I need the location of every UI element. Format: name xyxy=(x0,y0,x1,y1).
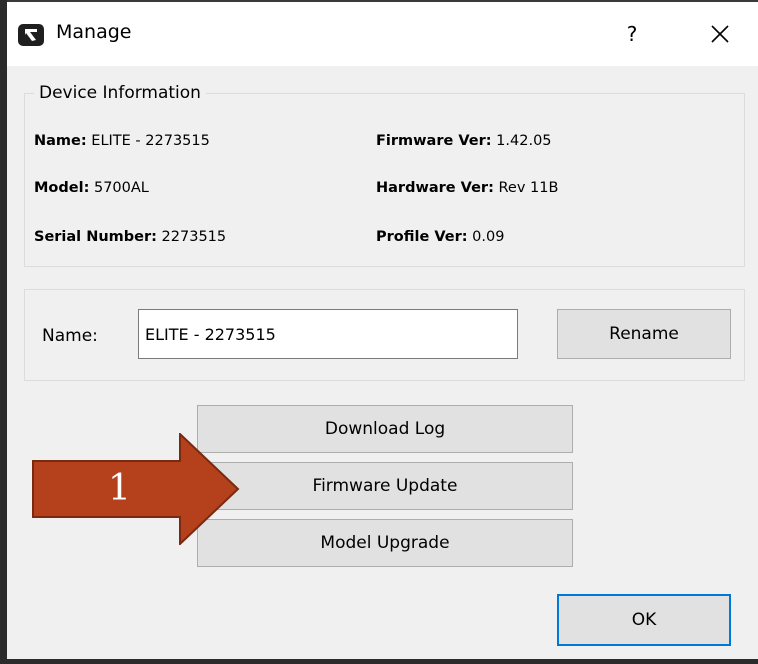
help-button[interactable]: ? xyxy=(617,18,647,50)
firmware-version-label: Firmware Ver: xyxy=(376,133,492,149)
serial-number-label: Serial Number: xyxy=(34,229,157,245)
ok-button[interactable]: OK xyxy=(557,594,731,646)
hardware-version-value: Rev 11B xyxy=(498,180,559,196)
profile-version-info: Profile Ver: 0.09 xyxy=(376,229,504,245)
close-icon xyxy=(711,25,729,43)
device-information-title: Device Information xyxy=(34,83,206,103)
title-bar: Manage ? xyxy=(7,0,758,66)
firmware-version-value: 1.42.05 xyxy=(496,133,552,149)
device-name-info: Name: ELITE - 2273515 xyxy=(34,133,210,149)
firmware-version-info: Firmware Ver: 1.42.05 xyxy=(376,133,552,149)
close-button[interactable] xyxy=(697,14,743,54)
serial-number-info: Serial Number: 2273515 xyxy=(34,229,226,245)
app-logo-icon xyxy=(18,24,44,46)
annotation-arrow-icon xyxy=(32,433,240,545)
profile-version-value: 0.09 xyxy=(472,229,505,245)
firmware-update-button[interactable]: Firmware Update xyxy=(197,462,573,510)
profile-version-label: Profile Ver: xyxy=(376,229,468,245)
rename-button[interactable]: Rename xyxy=(557,309,731,359)
download-log-button[interactable]: Download Log xyxy=(197,405,573,453)
hardware-version-label: Hardware Ver: xyxy=(376,180,494,196)
serial-number-value: 2273515 xyxy=(161,229,227,245)
device-name-value: ELITE - 2273515 xyxy=(91,133,210,149)
device-name-label: Name: xyxy=(34,133,87,149)
model-upgrade-button[interactable]: Model Upgrade xyxy=(197,519,573,567)
model-info: Model: 5700AL xyxy=(34,180,149,196)
annotation-step-label: 1 xyxy=(108,468,131,509)
model-value: 5700AL xyxy=(93,180,149,196)
rename-name-label: Name: xyxy=(42,326,98,346)
window-title: Manage xyxy=(56,21,132,43)
hardware-version-info: Hardware Ver: Rev 11B xyxy=(376,180,558,196)
model-label: Model: xyxy=(34,180,90,196)
device-name-field[interactable] xyxy=(138,309,518,359)
